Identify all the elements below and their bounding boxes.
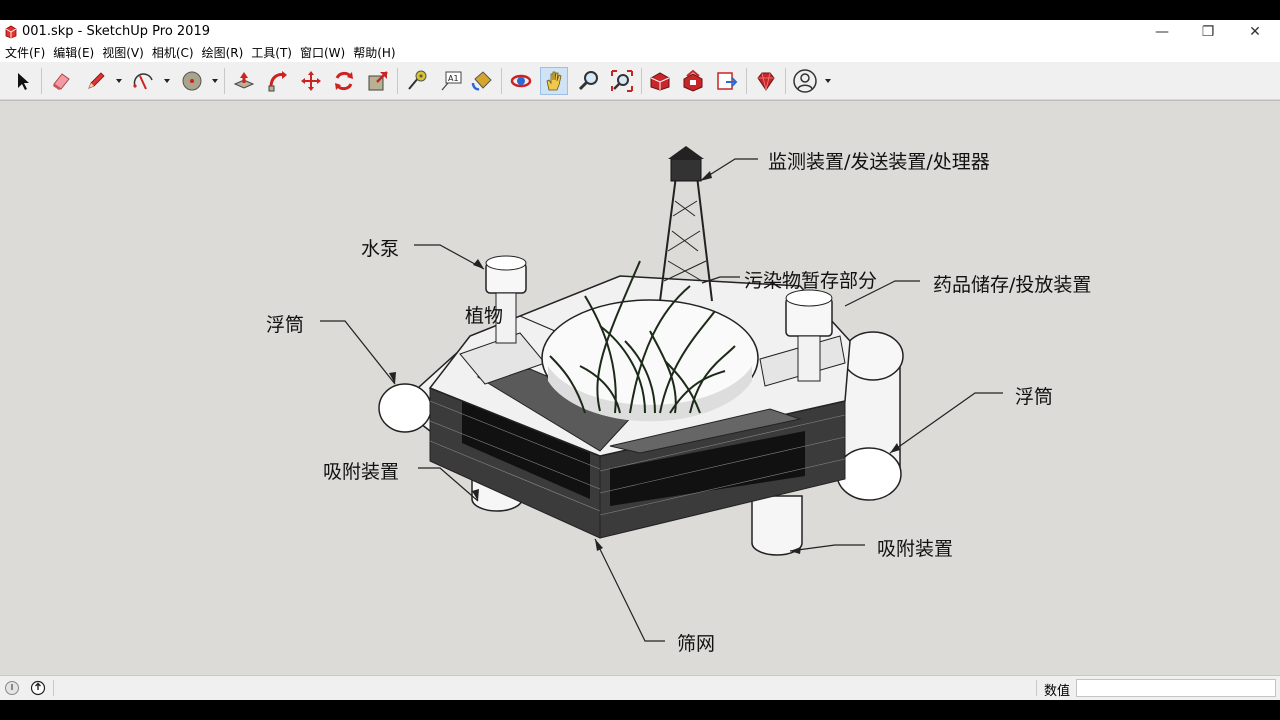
- extension-warehouse-button[interactable]: [679, 67, 707, 95]
- send-to-layout-button[interactable]: [713, 67, 741, 95]
- label-adsorption-left: 吸附装置: [323, 461, 400, 483]
- rotate-tool-button[interactable]: [330, 67, 358, 95]
- minimize-icon: —: [1155, 23, 1169, 40]
- measurements-label: 数值: [1044, 684, 1071, 699]
- toolbar-separator: [41, 68, 42, 94]
- push-pull-tool-button[interactable]: [230, 67, 258, 95]
- menu-window[interactable]: 窗口(W): [297, 44, 348, 61]
- model-viewport[interactable]: 监测装置/发送装置/处理器 水泵 污染物暂存部分 药品储存/投放装置 浮筒 植物…: [0, 100, 1280, 676]
- screen-bottom-border: [0, 700, 1280, 720]
- zoom-tool-button[interactable]: [575, 67, 603, 95]
- close-button[interactable]: ✕: [1232, 20, 1278, 43]
- rotate-icon: [335, 71, 353, 91]
- toolbar-separator: [785, 68, 786, 94]
- close-icon: ✕: [1249, 23, 1261, 40]
- screen-top-border: [0, 0, 1280, 20]
- orbit-icon: [510, 74, 532, 88]
- menu-view[interactable]: 视图(V): [99, 44, 147, 61]
- pan-tool-button[interactable]: [540, 67, 568, 95]
- measurements-input[interactable]: [1076, 679, 1276, 697]
- paint-bucket-icon: [471, 71, 492, 91]
- label-chemical-dosing: 药品储存/投放装置: [933, 274, 1092, 296]
- status-separator: [53, 680, 54, 696]
- floating-island-model: [320, 146, 1003, 642]
- text-icon: A1: [441, 71, 462, 91]
- title-bar: 001.skp - SketchUp Pro 2019: [0, 20, 1280, 43]
- geolocation-icon[interactable]: [4, 680, 20, 696]
- paint-bucket-tool-button[interactable]: [468, 67, 496, 95]
- menu-bar: 文件(F) 编辑(E) 视图(V) 相机(C) 绘图(R) 工具(T) 窗口(W…: [0, 43, 1280, 62]
- menu-edit[interactable]: 编辑(E): [50, 44, 97, 61]
- text-tool-button[interactable]: A1: [437, 67, 465, 95]
- zoom-icon: [578, 71, 598, 91]
- shape-tool-button[interactable]: [178, 67, 206, 95]
- menu-help[interactable]: 帮助(H): [350, 44, 398, 61]
- pencil-dropdown-caret[interactable]: [116, 79, 122, 83]
- zoom-extents-tool-button[interactable]: [608, 67, 636, 95]
- orbit-tool-button[interactable]: [507, 67, 535, 95]
- follow-me-icon: [268, 71, 287, 92]
- move-tool-button[interactable]: [297, 67, 325, 95]
- 3d-warehouse-button[interactable]: [646, 67, 674, 95]
- account-icon: [793, 69, 817, 93]
- pan-icon: [546, 71, 562, 91]
- select-icon: [18, 73, 29, 90]
- monitor-tower: [659, 146, 713, 302]
- scale-tool-button[interactable]: [364, 67, 392, 95]
- ruby-icon: [757, 72, 775, 91]
- tape-measure-icon: [408, 70, 427, 90]
- sketchup-logo-icon: [5, 25, 17, 38]
- arc-tool-button[interactable]: [130, 67, 158, 95]
- select-tool-button[interactable]: [9, 67, 37, 95]
- shape-dropdown-caret[interactable]: [212, 79, 218, 83]
- shape-icon: [182, 71, 202, 91]
- follow-me-tool-button[interactable]: [264, 67, 292, 95]
- move-icon: [301, 71, 321, 91]
- warehouse-icon: [650, 72, 670, 91]
- restore-button[interactable]: ❐: [1185, 20, 1231, 43]
- label-monitor-device: 监测装置/发送装置/处理器: [768, 151, 990, 173]
- window-title: 001.skp - SketchUp Pro 2019: [22, 24, 210, 39]
- label-float-right: 浮筒: [1015, 386, 1054, 408]
- status-separator: [1036, 680, 1037, 696]
- label-screen-mesh: 筛网: [677, 633, 716, 655]
- main-toolbar: A1: [0, 62, 1280, 100]
- extension-warehouse-icon: [683, 69, 703, 92]
- toolbar-separator: [501, 68, 502, 94]
- label-plant: 植物: [465, 305, 504, 327]
- tape-measure-tool-button[interactable]: [403, 67, 431, 95]
- ruby-console-button[interactable]: [752, 67, 780, 95]
- status-bar: 数值: [0, 675, 1280, 700]
- eraser-icon: [53, 73, 70, 90]
- toolbar-separator: [397, 68, 398, 94]
- arc-icon: [133, 73, 153, 90]
- toolbar-separator: [641, 68, 642, 94]
- push-pull-icon: [233, 72, 255, 89]
- arc-dropdown-caret[interactable]: [164, 79, 170, 83]
- restore-icon: ❐: [1201, 23, 1215, 40]
- pencil-icon: [88, 72, 105, 89]
- account-button[interactable]: [791, 67, 819, 95]
- menu-camera[interactable]: 相机(C): [149, 44, 197, 61]
- pencil-tool-button[interactable]: [82, 67, 110, 95]
- menu-draw[interactable]: 绘图(R): [199, 44, 247, 61]
- toolbar-separator: [224, 68, 225, 94]
- label-water-pump: 水泵: [361, 238, 400, 260]
- label-pollutant-storage: 污染物暂存部分: [744, 270, 878, 292]
- send-to-layout-icon: [717, 72, 738, 90]
- label-float-left: 浮筒: [266, 314, 305, 336]
- zoom-extents-icon: [611, 70, 633, 92]
- svg-text:A1: A1: [448, 74, 459, 83]
- label-adsorption-right: 吸附装置: [877, 538, 954, 560]
- menu-tools[interactable]: 工具(T): [248, 44, 295, 61]
- scale-icon: [368, 71, 388, 91]
- minimize-button[interactable]: —: [1139, 20, 1185, 43]
- toolbar-separator: [746, 68, 747, 94]
- account-dropdown-caret[interactable]: [825, 79, 831, 83]
- credits-icon[interactable]: [30, 680, 46, 696]
- eraser-tool-button[interactable]: [47, 67, 75, 95]
- menu-file[interactable]: 文件(F): [2, 44, 48, 61]
